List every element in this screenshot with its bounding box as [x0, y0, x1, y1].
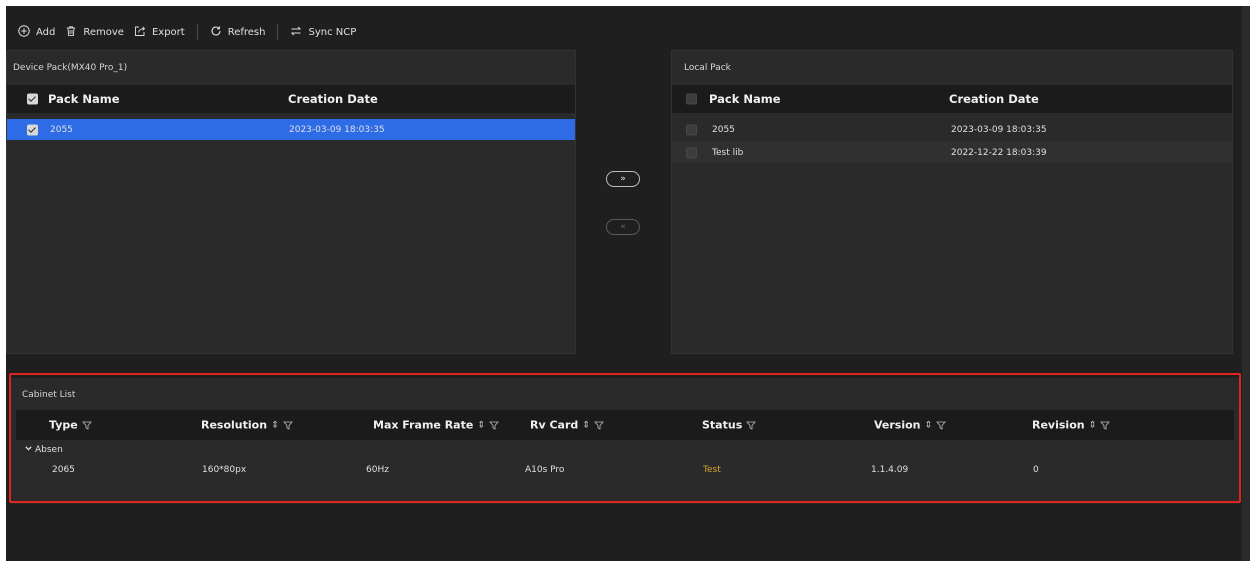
device-pack-title: Device Pack(MX40 Pro_1) [13, 63, 128, 73]
local-pack-row[interactable]: Test lib 2022-12-22 18:03:39 [672, 142, 1232, 163]
column-creation-date[interactable]: Creation Date [288, 92, 378, 106]
toolbar-divider [196, 24, 198, 40]
remove-button[interactable]: Remove [61, 22, 130, 42]
sort-icon[interactable]: ⇕ [477, 420, 485, 430]
group-label: Absen [35, 445, 63, 455]
sort-icon[interactable]: ⇕ [925, 420, 933, 430]
move-to-device-button[interactable]: « [606, 219, 640, 235]
local-pack-row[interactable]: 2055 2023-03-09 18:03:35 [672, 119, 1232, 140]
sync-ncp-label: Sync NCP [308, 26, 357, 38]
column-revision[interactable]: Revision ⇕ [1032, 419, 1110, 432]
column-pack-name[interactable]: Pack Name [709, 92, 781, 106]
toolbar-divider [277, 24, 279, 40]
device-pack-row[interactable]: 2055 2023-03-09 18:03:35 [7, 119, 575, 140]
sync-ncp-button[interactable]: Sync NCP [286, 22, 362, 42]
local-pack-title: Local Pack [684, 63, 731, 73]
column-revision-label: Revision [1032, 418, 1085, 432]
pack-name: Test lib [712, 147, 744, 158]
refresh-button[interactable]: Refresh [206, 22, 272, 42]
row-checkbox[interactable] [686, 124, 697, 135]
select-all-checkbox[interactable] [686, 93, 697, 105]
local-pack-header: Pack Name Creation Date [672, 85, 1232, 113]
filter-icon[interactable] [489, 420, 499, 430]
column-creation-date[interactable]: Creation Date [949, 92, 1039, 106]
cabinet-list-title: Cabinet List [22, 390, 76, 400]
cabinet-list-header: Type Resolution ⇕ Max Frame Rate ⇕ Rv Ca… [16, 410, 1234, 440]
move-to-local-button[interactable]: » [606, 171, 640, 187]
filter-icon[interactable] [1100, 420, 1110, 430]
cabinet-list-section: Cabinet List Type Resolution ⇕ Max Frame… [6, 368, 1242, 561]
pack-name: 2055 [712, 124, 735, 135]
device-pack-panel: Device Pack(MX40 Pro_1) Pack Name Creati… [6, 50, 576, 354]
column-type-label: Type [49, 418, 78, 432]
pack-manager-window: Add Remove Export Refresh Sync NCP Devic… [6, 6, 1250, 561]
refresh-label: Refresh [227, 26, 266, 38]
cell-resolution: 160*80px [202, 465, 247, 475]
local-pack-panel: Local Pack Pack Name Creation Date 2055 … [671, 50, 1233, 354]
group-row-absen[interactable]: Absen [24, 444, 63, 456]
filter-icon[interactable] [593, 420, 604, 430]
column-max-frame-rate-label: Max Frame Rate [373, 418, 474, 432]
column-version-label: Version [874, 418, 921, 432]
cell-version: 1.1.4.09 [871, 465, 909, 475]
add-label: Add [36, 26, 56, 38]
column-type[interactable]: Type [49, 419, 92, 432]
filter-icon[interactable] [282, 420, 293, 430]
cell-revision: 0 [1033, 465, 1039, 475]
cell-rv-card: A10s Pro [525, 465, 565, 475]
double-chevron-right-icon: » [620, 174, 626, 184]
column-rv-card-label: Rv Card [530, 418, 579, 432]
refresh-icon [210, 25, 222, 40]
table-row[interactable]: 2065 160*80px 60Hz A10s Pro Test 1.1.4.0… [10, 460, 1240, 480]
add-button[interactable]: Add [14, 22, 61, 42]
cell-frame-rate: 60Hz [366, 465, 389, 475]
toolbar: Add Remove Export Refresh Sync NCP [14, 22, 362, 42]
column-status-label: Status [702, 418, 743, 432]
plus-circle-icon [18, 24, 30, 40]
column-pack-name[interactable]: Pack Name [48, 92, 120, 106]
double-chevron-left-icon: « [620, 222, 626, 232]
select-all-checkbox[interactable] [27, 93, 38, 105]
device-pack-header: Pack Name Creation Date [7, 85, 575, 113]
trash-icon [65, 25, 77, 40]
pack-name: 2055 [50, 124, 73, 135]
sort-icon[interactable]: ⇕ [271, 420, 279, 430]
remove-label: Remove [83, 26, 124, 38]
cell-type: 2065 [52, 465, 75, 475]
column-resolution-label: Resolution [201, 418, 268, 432]
scrollbar-track[interactable] [1242, 6, 1250, 561]
row-checkbox[interactable] [686, 147, 697, 158]
export-icon [134, 25, 146, 40]
creation-date: 2023-03-09 18:03:35 [951, 124, 1047, 135]
status-badge: Test [703, 465, 721, 475]
swap-arrows-icon [290, 25, 302, 40]
creation-date: 2022-12-22 18:03:39 [951, 147, 1047, 158]
export-button[interactable]: Export [130, 22, 191, 42]
filter-icon[interactable] [746, 420, 757, 430]
column-version[interactable]: Version ⇕ [874, 419, 946, 432]
filter-icon[interactable] [81, 420, 92, 430]
export-label: Export [151, 26, 185, 38]
cabinet-list-panel: Cabinet List Type Resolution ⇕ Max Frame… [10, 378, 1240, 504]
creation-date: 2023-03-09 18:03:35 [289, 124, 385, 135]
column-rv-card[interactable]: Rv Card ⇕ [530, 419, 604, 432]
column-max-frame-rate[interactable]: Max Frame Rate ⇕ [373, 419, 499, 432]
sort-icon[interactable]: ⇕ [1089, 420, 1097, 430]
column-resolution[interactable]: Resolution ⇕ [201, 419, 293, 432]
sort-icon[interactable]: ⇕ [582, 420, 590, 430]
chevron-down-icon[interactable] [24, 444, 33, 456]
filter-icon[interactable] [936, 420, 946, 430]
column-status[interactable]: Status [702, 418, 757, 432]
row-checkbox[interactable] [27, 124, 38, 135]
